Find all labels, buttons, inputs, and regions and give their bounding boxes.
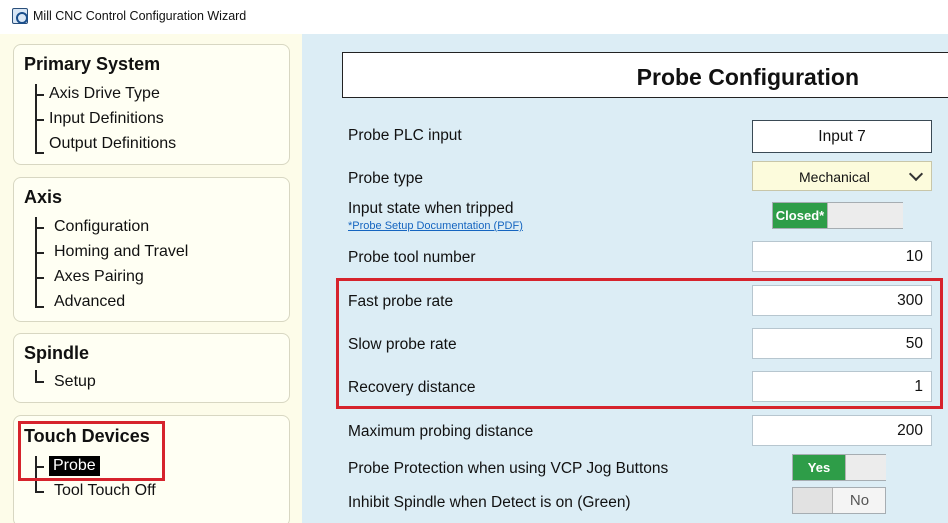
tree-line <box>35 152 44 154</box>
probe-type-select[interactable]: Mechanical <box>752 161 932 191</box>
sidebar-item-advanced[interactable]: Advanced <box>54 292 125 312</box>
sidebar-item-output-definitions[interactable]: Output Definitions <box>49 134 176 154</box>
toggle-on-label: Closed* <box>773 203 827 228</box>
tree-line <box>35 227 44 229</box>
window-title: Mill CNC Control Configuration Wizard <box>33 9 247 23</box>
chevron-down-icon <box>908 166 924 182</box>
app-icon <box>12 8 28 24</box>
tree-line <box>35 252 44 254</box>
sidebar-item-configuration[interactable]: Configuration <box>54 217 149 237</box>
title-bar: Mill CNC Control Configuration Wizard <box>0 0 948 34</box>
group-title: Primary System <box>24 54 161 74</box>
toggle-knob <box>845 455 886 480</box>
tree-line <box>35 491 44 493</box>
tree-line <box>35 381 44 383</box>
sidebar-item-axes-pairing[interactable]: Axes Pairing <box>54 267 144 287</box>
sidebar-group-primary-system: Primary System Axis Drive Type Input Def… <box>13 44 290 165</box>
group-title: Axis <box>24 187 63 207</box>
toggle-off-label: No <box>849 492 870 509</box>
toggle-on-label: Yes <box>793 455 845 480</box>
sidebar-item-setup[interactable]: Setup <box>54 372 96 392</box>
probe-type-value: Mechanical <box>799 169 870 185</box>
header-box: Probe Configuration <box>342 52 948 98</box>
group-title: Spindle <box>24 343 90 363</box>
probe-protection-label: Probe Protection when using VCP Jog Butt… <box>348 460 669 477</box>
sidebar-item-input-definitions[interactable]: Input Definitions <box>49 109 164 129</box>
tree-line <box>35 306 44 308</box>
sidebar-item-tool-touch-off[interactable]: Tool Touch Off <box>54 481 156 501</box>
highlight-box-probe-rates <box>336 278 943 409</box>
max-probing-distance-field[interactable]: 200 <box>752 415 932 446</box>
tree-line <box>35 217 37 308</box>
tree-line <box>35 119 44 121</box>
probe-protection-toggle[interactable]: Yes <box>792 454 886 481</box>
highlight-box-touch-devices <box>18 421 165 481</box>
sidebar-group-spindle: Spindle Setup <box>13 333 290 403</box>
toggle-knob <box>793 488 833 513</box>
inhibit-spindle-toggle[interactable]: No <box>792 487 886 514</box>
probe-plc-input-label: Probe PLC input <box>348 127 462 144</box>
probe-tool-number-field[interactable]: 10 <box>752 241 932 272</box>
sidebar-group-axis: Axis Configuration Homing and Travel Axe… <box>13 177 290 322</box>
input-state-toggle[interactable]: Closed* <box>772 202 903 229</box>
sidebar-item-homing-and-travel[interactable]: Homing and Travel <box>54 242 188 262</box>
tree-line <box>35 94 44 96</box>
inhibit-spindle-label: Inhibit Spindle when Detect is on (Green… <box>348 494 631 511</box>
max-probing-distance-label: Maximum probing distance <box>348 423 534 440</box>
page-title: Probe Configuration <box>636 64 859 90</box>
probe-type-label: Probe type <box>348 170 423 187</box>
probe-plc-input-button[interactable]: Input 7 <box>752 120 932 153</box>
probe-setup-doc-link[interactable]: *Probe Setup Documentation (PDF) <box>348 220 523 232</box>
input-state-label: Input state when tripped <box>348 200 514 217</box>
sidebar-item-axis-drive-type[interactable]: Axis Drive Type <box>49 84 160 104</box>
tree-line <box>35 277 44 279</box>
toggle-knob <box>827 203 903 228</box>
probe-tool-number-label: Probe tool number <box>348 249 476 266</box>
